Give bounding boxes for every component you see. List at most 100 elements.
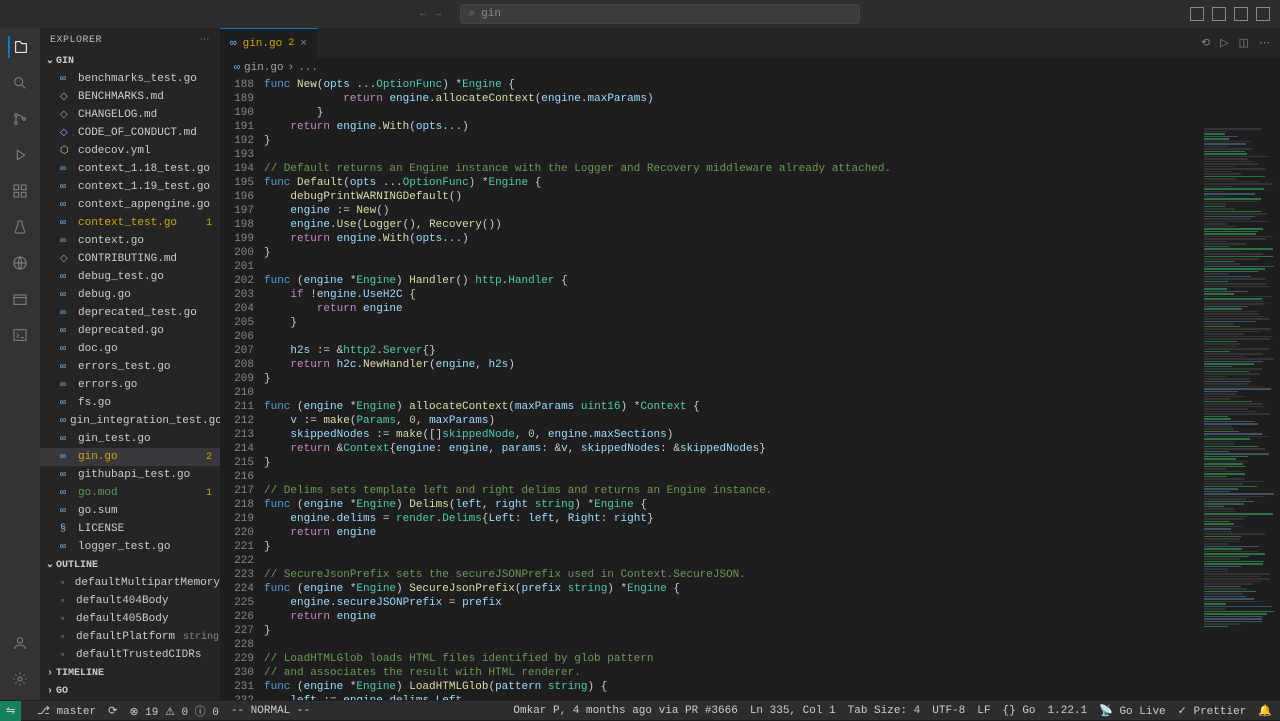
explorer-icon[interactable] (8, 36, 30, 58)
file-item[interactable]: ∞fs.go (40, 394, 220, 412)
account-icon[interactable] (9, 632, 31, 654)
file-icon: ∞ (60, 344, 74, 355)
remote-button[interactable]: ⇋ (0, 701, 21, 721)
tabs: ∞ gin.go 2 × ⟲ ▷ ◫ ⋯ (220, 28, 1280, 58)
outline-section[interactable]: ⌄ OUTLINE (40, 556, 220, 574)
go-section[interactable]: › GO (40, 682, 220, 700)
back-icon[interactable]: ← (420, 8, 427, 20)
file-name: githubapi_test.go (78, 469, 190, 481)
explorer-more-icon[interactable]: ⋯ (200, 34, 211, 46)
project-section[interactable]: ⌄ GIN (40, 52, 220, 70)
file-item[interactable]: ∞gin.go2 (40, 448, 220, 466)
breadcrumb[interactable]: ∞ gin.go › ... (220, 58, 1280, 78)
outline-item[interactable]: ▫defaultPlatformstring (40, 628, 220, 646)
file-item[interactable]: ∞logger_test.go (40, 538, 220, 556)
file-item[interactable]: ◇CHANGELOG.md (40, 106, 220, 124)
debug-icon[interactable] (9, 144, 31, 166)
file-item[interactable]: ∞deprecated_test.go (40, 304, 220, 322)
file-item[interactable]: ◇BENCHMARKS.md (40, 88, 220, 106)
breadcrumb-more: ... (298, 62, 318, 74)
outline-item[interactable]: ▫defaultTrustedCIDRs (40, 646, 220, 664)
indent-button[interactable]: Tab Size: 4 (848, 705, 921, 717)
explorer-title: EXPLORER (50, 35, 102, 46)
run-icon[interactable]: ▷ (1220, 36, 1228, 50)
lang-button[interactable]: {} Go (1003, 705, 1036, 717)
file-item[interactable]: ⬡codecov.yml (40, 142, 220, 160)
layout-right-icon[interactable] (1234, 7, 1248, 21)
more-icon[interactable]: ⋯ (1259, 36, 1270, 50)
file-name: CONTRIBUTING.md (78, 253, 177, 265)
file-item[interactable]: ∞debug.go (40, 286, 220, 304)
file-item[interactable]: §LICENSE (40, 520, 220, 538)
run-last-icon[interactable]: ⟲ (1201, 36, 1210, 50)
outline-item[interactable]: ▫default404Body (40, 592, 220, 610)
file-item[interactable]: ∞ debug_test.go (40, 268, 220, 286)
file-item[interactable]: ∞gin_integration_test.go (40, 412, 220, 430)
file-item[interactable]: ∞context_1.19_test.go (40, 178, 220, 196)
scm-icon[interactable] (9, 108, 31, 130)
file-icon: ∞ (60, 290, 74, 301)
file-item[interactable]: ∞go.sum (40, 502, 220, 520)
settings-icon[interactable] (9, 668, 31, 690)
file-icon: ◇ (60, 109, 74, 121)
layout-full-icon[interactable] (1256, 7, 1270, 21)
file-name: go.sum (78, 505, 118, 517)
split-icon[interactable]: ◫ (1239, 36, 1249, 50)
tab-gin-go[interactable]: ∞ gin.go 2 × (220, 28, 318, 58)
file-badge: 2 (206, 452, 212, 463)
file-item[interactable]: ∞gin_test.go (40, 430, 220, 448)
eol-button[interactable]: LF (977, 705, 990, 717)
branch-button[interactable]: ⎇ master (37, 704, 96, 718)
file-item[interactable]: ∞githubapi_test.go (40, 466, 220, 484)
test-icon[interactable] (9, 216, 31, 238)
search-icon[interactable] (9, 72, 31, 94)
layout-bottom-icon[interactable] (1212, 7, 1226, 21)
encoding-button[interactable]: UTF-8 (932, 705, 965, 717)
folder-icon[interactable] (9, 288, 31, 310)
forward-icon[interactable]: → (435, 8, 442, 20)
file-name: debug_test.go (78, 271, 164, 283)
file-item[interactable]: ∞go.mod1 (40, 484, 220, 502)
extensions-icon[interactable] (9, 180, 31, 202)
code-lines[interactable]: func New(opts ...OptionFunc) *Engine { r… (264, 78, 1280, 700)
sync-button[interactable]: ⟳ (108, 704, 117, 718)
command-center[interactable]: ⌕ gin (460, 4, 860, 24)
cursor-position[interactable]: Ln 335, Col 1 (750, 705, 836, 717)
go-version[interactable]: 1.22.1 (1048, 705, 1088, 717)
git-blame[interactable]: Omkar P, 4 months ago via PR #3666 (513, 705, 737, 717)
minimap[interactable] (1200, 128, 1280, 700)
file-item[interactable]: ∞context_test.go1 (40, 214, 220, 232)
file-item[interactable]: ◇CODE_OF_CONDUCT.md (40, 124, 220, 142)
close-icon[interactable]: × (300, 38, 307, 50)
file-item[interactable]: ∞doc.go (40, 340, 220, 358)
prettier-button[interactable]: ✓ Prettier (1178, 704, 1247, 718)
go-title: GO (56, 686, 68, 697)
outline-item[interactable]: ▫default405Body (40, 610, 220, 628)
notifications-icon[interactable]: 🔔 (1258, 704, 1272, 718)
file-item[interactable]: ◇CONTRIBUTING.md (40, 250, 220, 268)
file-icon: ∞ (60, 272, 74, 283)
layout-left-icon[interactable] (1190, 7, 1204, 21)
symbol-name: defaultMultipartMemory (75, 577, 220, 589)
file-item[interactable]: ∞context_appengine.go (40, 196, 220, 214)
terminal-icon[interactable] (9, 324, 31, 346)
symbol-name: defaultPlatform (76, 631, 175, 643)
remote-icon[interactable] (9, 252, 31, 274)
file-item[interactable]: ∞context_1.18_test.go (40, 160, 220, 178)
file-icon: ∞ (60, 164, 74, 175)
file-name: errors.go (78, 379, 137, 391)
code-area[interactable]: 1881891901911921931941951961971981992002… (220, 78, 1280, 700)
go-live-button[interactable]: 📡 Go Live (1099, 704, 1166, 718)
file-item[interactable]: ∞benchmarks_test.go (40, 70, 220, 88)
tab-badge: 2 (288, 38, 294, 49)
file-item[interactable]: ∞context.go (40, 232, 220, 250)
outline-item[interactable]: ▫defaultMultipartMemory (40, 574, 220, 592)
file-item[interactable]: ∞errors.go (40, 376, 220, 394)
file-item[interactable]: ∞deprecated.go (40, 322, 220, 340)
problems-button[interactable]: ⊗ 19 ⚠ 0 ⓘ 0 (129, 703, 219, 719)
activity-bar (0, 28, 40, 700)
chevron-down-icon: ⌄ (44, 55, 56, 67)
file-icon: ∞ (60, 182, 74, 193)
timeline-section[interactable]: › TIMELINE (40, 664, 220, 682)
file-item[interactable]: ∞errors_test.go (40, 358, 220, 376)
